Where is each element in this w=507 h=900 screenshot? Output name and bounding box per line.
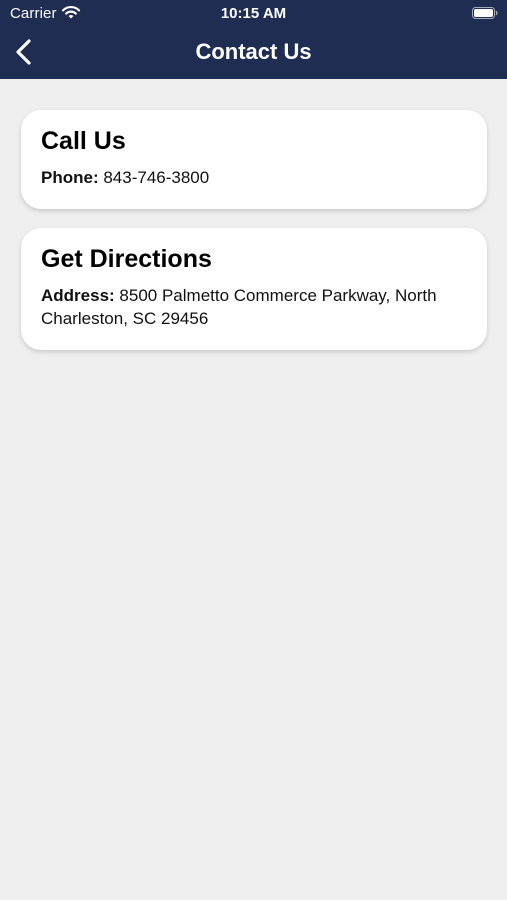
phone-number[interactable]: 843-746-3800 <box>103 168 209 187</box>
call-us-card[interactable]: Call Us Phone: 843-746-3800 <box>21 110 487 209</box>
phone-label: Phone: <box>41 168 99 187</box>
battery-icon <box>472 7 498 19</box>
status-time: 10:15 AM <box>220 5 287 22</box>
phone-line[interactable]: Phone: 843-746-3800 <box>41 166 467 189</box>
get-directions-title: Get Directions <box>41 245 212 273</box>
address-line[interactable]: Address: 8500 Palmetto Commerce Parkway,… <box>41 284 467 330</box>
navigation-bar: Contact Us <box>0 28 507 79</box>
get-directions-card[interactable]: Get Directions Address: 8500 Palmetto Co… <box>21 228 487 350</box>
status-bar: Carrier 10:15 AM <box>0 0 507 28</box>
call-us-title: Call Us <box>41 127 126 155</box>
address-label: Address: <box>41 286 115 305</box>
page-title: Contact Us <box>195 39 312 64</box>
app-header: Carrier 10:15 AM Contact Us <box>0 0 507 79</box>
